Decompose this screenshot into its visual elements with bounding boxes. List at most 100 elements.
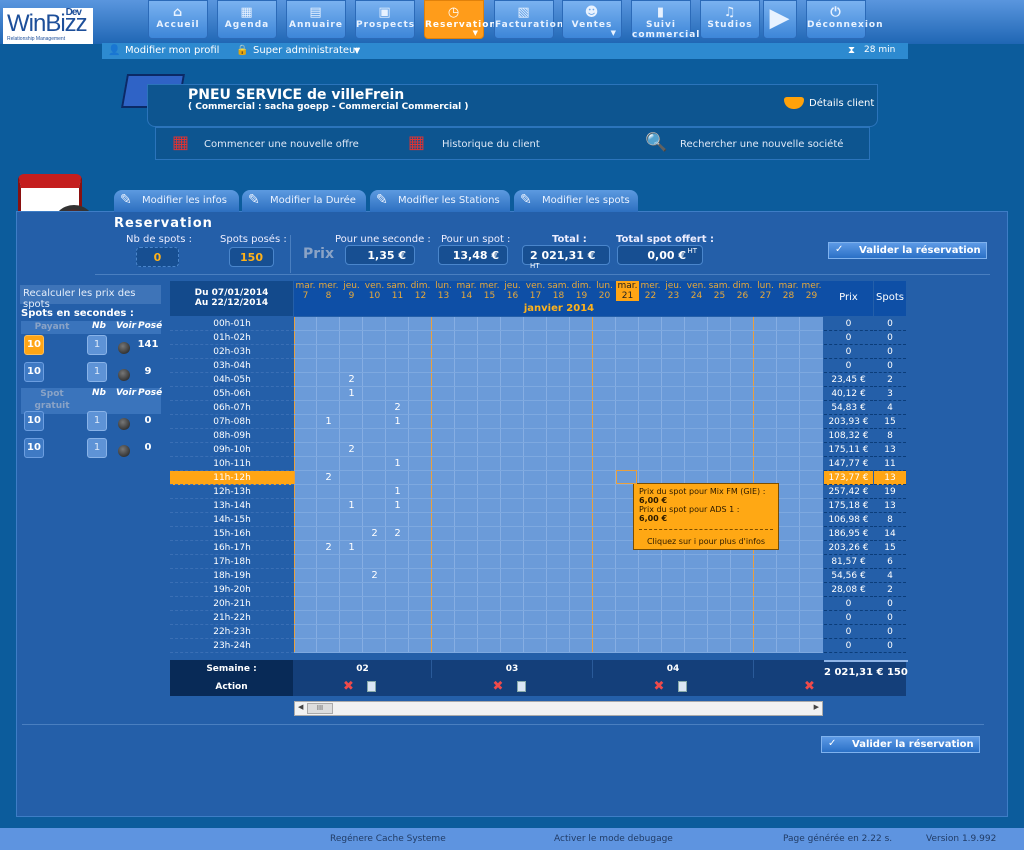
scroll-right-icon[interactable]: ▶ [814,703,819,711]
hour-label[interactable]: 17h-18h [170,555,294,569]
hour-label[interactable]: 18h-19h [170,569,294,583]
spot-count-input[interactable]: 1 [87,362,107,382]
hour-label[interactable]: 21h-22h [170,611,294,625]
day-header[interactable]: lun. 27 [754,281,777,301]
validate-reservation-button[interactable]: ✓ Valider la réservation [828,242,987,259]
day-header[interactable]: mar. 14 [455,281,478,301]
view-toggle-icon[interactable] [118,418,130,430]
day-header[interactable]: sam. 18 [547,281,570,301]
spot-duration-button[interactable]: 10 [24,335,44,355]
hour-label[interactable]: 23h-24h [170,639,294,653]
hour-label[interactable]: 01h-02h [170,331,294,345]
regenerate-cache-link[interactable]: Regénere Cache Systeme [330,834,446,844]
delete-week-icon[interactable]: ✖ [493,679,504,694]
view-toggle-icon[interactable] [118,369,130,381]
day-header[interactable]: ven. 17 [524,281,547,301]
client-history-link[interactable]: Historique du client [442,139,540,150]
delete-week-icon[interactable]: ✖ [343,679,354,694]
day-header[interactable]: sam. 25 [708,281,731,301]
horizontal-scrollbar[interactable]: ◀ III ▶ [294,701,823,716]
grid-cell-value[interactable]: 2 [363,527,386,541]
view-toggle-icon[interactable] [118,342,130,354]
role-dropdown[interactable]: Super administrateur [253,45,359,56]
nav-more-arrow-icon[interactable]: ▶ [763,0,797,39]
day-header[interactable]: jeu. 23 [662,281,685,301]
grid-cell-value[interactable]: 1 [386,485,409,499]
hour-label[interactable]: 15h-16h [170,527,294,541]
grid-cell-value[interactable]: 1 [340,387,363,401]
hovered-cell[interactable] [616,470,637,484]
nav-agenda[interactable]: ▦ Agenda [217,0,277,39]
hour-label[interactable]: 00h-01h [170,317,294,331]
day-header[interactable]: mer. 22 [639,281,662,301]
hour-label[interactable]: 02h-03h [170,345,294,359]
logo[interactable]: WinBizz Dev Relationship Management [3,7,93,44]
grid-cell-value[interactable]: 2 [317,541,340,555]
tab-modifier-infos[interactable]: ✎ Modifier les infos [114,190,239,212]
spot-count-input[interactable]: 1 [87,335,107,355]
grid-cell-value[interactable]: 1 [386,499,409,513]
nav-prospects[interactable]: ▣ Prospects [355,0,415,39]
day-header[interactable]: mar. 21 [616,281,639,301]
copy-week-icon[interactable] [677,681,687,692]
nav-suivi-commercial[interactable]: ▮ Suivi commercial [631,0,699,40]
search-company-link[interactable]: Rechercher une nouvelle société [680,139,843,150]
day-header[interactable]: jeu. 9 [340,281,363,301]
grid-cell-value[interactable]: 2 [386,527,409,541]
recalculate-prices-button[interactable]: Recalculer les prix des spots [20,285,161,310]
day-header[interactable]: dim. 12 [409,281,432,301]
nav-reservation[interactable]: ◷ Reservation ▼ [424,0,496,39]
hour-label[interactable]: 16h-17h [170,541,294,555]
tab-modifier-duree[interactable]: ✎ Modifier la Durée [242,190,366,212]
grid-cell-value[interactable]: 2 [386,401,409,415]
debug-mode-link[interactable]: Activer le mode debugage [554,834,673,844]
hour-label[interactable]: 22h-23h [170,625,294,639]
hour-label[interactable]: 11h-12h [170,471,294,485]
hour-label[interactable]: 19h-20h [170,583,294,597]
grid-cell-value[interactable]: 1 [340,499,363,513]
hour-label[interactable]: 07h-08h [170,415,294,429]
hour-label[interactable]: 14h-15h [170,513,294,527]
nav-accueil[interactable]: ⌂ Accueil [148,0,208,39]
edit-profile-link[interactable]: Modifier mon profil [125,45,219,56]
nav-annuaire[interactable]: ▤ Annuaire [286,0,346,39]
hour-label[interactable]: 12h-13h [170,485,294,499]
delete-week-icon[interactable]: ✖ [804,679,815,694]
day-header[interactable]: mer. 29 [800,281,823,301]
day-header[interactable]: lun. 20 [593,281,616,301]
day-header[interactable]: dim. 19 [570,281,593,301]
nav-déconnexion[interactable]: ⏻ Déconnexion [806,0,883,39]
chevron-down-icon[interactable]: ▼ [354,46,360,55]
grid-cell-value[interactable]: 2 [363,569,386,583]
day-header[interactable]: dim. 26 [731,281,754,301]
spot-duration-button[interactable]: 10 [24,411,44,431]
grid-cell-value[interactable]: 1 [317,415,340,429]
view-toggle-icon[interactable] [118,445,130,457]
grid-cell-value[interactable]: 2 [340,373,363,387]
nav-studios[interactable]: ♫ Studios [700,0,760,39]
day-header[interactable]: sam. 11 [386,281,409,301]
hour-label[interactable]: 03h-04h [170,359,294,373]
spot-duration-button[interactable]: 10 [24,438,44,458]
day-header[interactable]: ven. 10 [363,281,386,301]
new-offer-link[interactable]: Commencer une nouvelle offre [204,139,359,150]
grid-cell-value[interactable]: 1 [340,541,363,555]
copy-week-icon[interactable] [367,681,376,692]
day-header[interactable]: mer. 15 [478,281,501,301]
scroll-thumb[interactable]: III [307,703,333,714]
day-header[interactable]: jeu. 16 [501,281,524,301]
day-header[interactable]: ven. 24 [685,281,708,301]
grid-cell-value[interactable]: 2 [340,443,363,457]
hour-label[interactable]: 13h-14h [170,499,294,513]
grid-cell-value[interactable]: 2 [317,471,340,485]
hour-label[interactable]: 10h-11h [170,457,294,471]
spot-duration-button[interactable]: 10 [24,362,44,382]
grid-cell-value[interactable]: 1 [386,415,409,429]
hour-label[interactable]: 04h-05h [170,373,294,387]
validate-reservation-button-bottom[interactable]: ✓ Valider la réservation [821,736,980,753]
day-header[interactable]: mar. 7 [294,281,317,301]
spot-count-input[interactable]: 1 [87,438,107,458]
hour-label[interactable]: 05h-06h [170,387,294,401]
tab-modifier-stations[interactable]: ✎ Modifier les Stations [370,190,510,212]
day-header[interactable]: mer. 8 [317,281,340,301]
